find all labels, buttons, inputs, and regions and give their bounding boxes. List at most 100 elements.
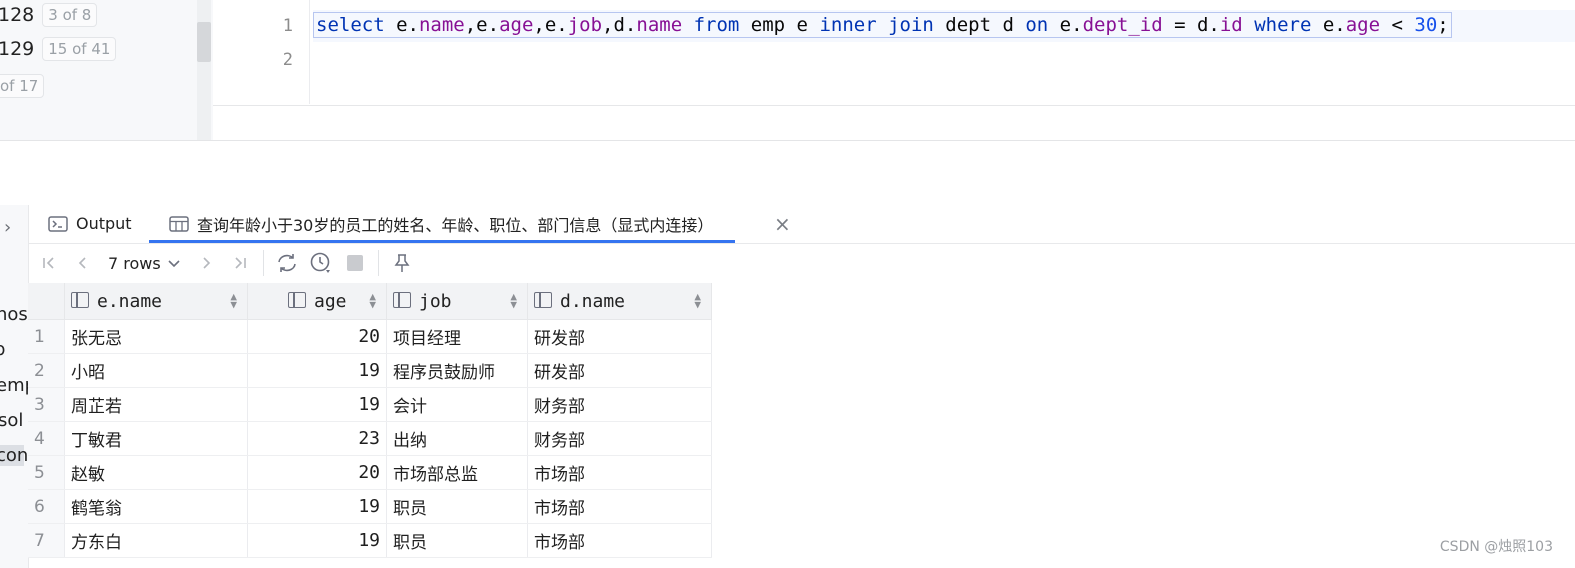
- editor-gutter: 1 2: [213, 0, 310, 104]
- tree-item[interactable]: hos: [0, 304, 28, 325]
- sql-code-line[interactable]: select e.name,e.age,e.job,d.name from em…: [313, 12, 1452, 38]
- close-tab-button[interactable]: ×: [756, 205, 791, 242]
- code-token: ,e.: [533, 14, 568, 36]
- cell-name[interactable]: 赵敏: [64, 455, 248, 490]
- cell-job[interactable]: 项目经理: [386, 319, 528, 354]
- cell-name[interactable]: 丁敏君: [64, 421, 248, 456]
- sort-icon[interactable]: ▲ ▼: [230, 291, 237, 310]
- sort-icon[interactable]: ▲ ▼: [510, 291, 517, 310]
- column-header-label: job: [419, 290, 452, 312]
- history-item-badge: 15 of 41: [42, 37, 117, 61]
- toolbar-divider: [377, 250, 379, 276]
- code-token: 30: [1414, 14, 1438, 36]
- cell-age[interactable]: 19: [247, 387, 387, 422]
- cell-age[interactable]: 20: [247, 319, 387, 354]
- pin-icon: [394, 254, 410, 272]
- column-header[interactable]: job ▲ ▼: [386, 283, 528, 320]
- row-number-header[interactable]: [28, 283, 65, 320]
- history-panel: 128 3 of 8 129 15 of 41 of 17: [0, 0, 213, 140]
- rows-count-label: 7 rows: [108, 253, 161, 273]
- cell-dept[interactable]: 市场部: [527, 489, 712, 524]
- panel-divider[interactable]: [0, 140, 1575, 141]
- refresh-button[interactable]: [270, 248, 304, 278]
- history-item[interactable]: 128 3 of 8: [0, 1, 98, 29]
- tab-query-result[interactable]: 查询年龄小于30岁的员工的姓名、年龄、职位、部门信息（显式内连接）: [149, 205, 736, 243]
- first-page-button[interactable]: [32, 248, 66, 278]
- chevron-right-icon[interactable]: ›: [4, 217, 11, 238]
- cell-job[interactable]: 职员: [386, 523, 528, 558]
- tree-item-selected[interactable]: cons: [0, 445, 28, 466]
- column-icon: [288, 291, 306, 308]
- next-page-button[interactable]: [189, 248, 223, 278]
- result-toolbar: 7 rows: [28, 244, 1575, 282]
- history-scrollbar-thumb[interactable]: [197, 22, 211, 62]
- stop-button[interactable]: [338, 248, 372, 278]
- tree-item[interactable]: p: [0, 339, 5, 360]
- table-row[interactable]: 5 赵敏 20 市场部总监 市场部: [28, 455, 712, 490]
- cell-dept[interactable]: 研发部: [527, 353, 712, 388]
- result-grid[interactable]: e.name ▲ ▼ age ▲ ▼ job ▲ ▼ d.name ▲ ▼ 1 张无忌 20 项目经理…: [28, 283, 712, 558]
- cell-age[interactable]: 19: [247, 489, 387, 524]
- history-button[interactable]: [304, 248, 338, 278]
- history-scrollbar-track[interactable]: [197, 0, 211, 140]
- cell-dept[interactable]: 财务部: [527, 421, 712, 456]
- sort-icon[interactable]: ▲ ▼: [369, 291, 376, 310]
- chevron-left-icon: [78, 257, 86, 269]
- cell-name[interactable]: 方东白: [64, 523, 248, 558]
- cell-name[interactable]: 小昭: [64, 353, 248, 388]
- column-header[interactable]: age ▲ ▼: [247, 283, 387, 320]
- cell-dept[interactable]: 市场部: [527, 523, 712, 558]
- first-page-icon: [43, 257, 54, 269]
- previous-page-button[interactable]: [66, 248, 100, 278]
- watermark: CSDN @烛照103: [1439, 539, 1553, 555]
- tree-item[interactable]: emp: [0, 375, 28, 396]
- code-token: ,d.: [602, 14, 637, 36]
- cell-job[interactable]: 程序员鼓励师: [386, 353, 528, 388]
- cell-name[interactable]: 张无忌: [64, 319, 248, 354]
- cell-age[interactable]: 23: [247, 421, 387, 456]
- code-token: e.: [1048, 14, 1083, 36]
- tab-output[interactable]: Output: [48, 205, 132, 242]
- cell-age[interactable]: 19: [247, 353, 387, 388]
- sql-editor[interactable]: 1 2 select e.name,e.age,e.job,d.name fro…: [213, 0, 1575, 106]
- column-header-label: d.name: [560, 290, 626, 312]
- table-row[interactable]: 7 方东白 19 职员 市场部: [28, 523, 712, 558]
- history-item-badge: of 17: [0, 74, 45, 98]
- chevron-down-icon: [168, 260, 180, 268]
- cell-job[interactable]: 会计: [386, 387, 528, 422]
- cell-dept[interactable]: 市场部: [527, 455, 712, 490]
- stop-icon: [346, 255, 363, 271]
- history-item[interactable]: 129 15 of 41: [0, 35, 117, 63]
- table-row[interactable]: 3 周芷若 19 会计 财务部: [28, 387, 712, 422]
- code-token: job: [567, 14, 603, 36]
- table-row[interactable]: 6 鹤笔翁 19 职员 市场部: [28, 489, 712, 524]
- sort-icon[interactable]: ▲ ▼: [694, 291, 701, 310]
- cell-name[interactable]: 周芷若: [64, 387, 248, 422]
- row-number: 3: [28, 387, 65, 422]
- tree-item[interactable]: sol: [0, 410, 23, 431]
- pin-tab-button[interactable]: [385, 248, 419, 278]
- code-token: from: [693, 14, 740, 36]
- table-row[interactable]: 4 丁敏君 23 出纳 财务部: [28, 421, 712, 456]
- cell-job[interactable]: 职员: [386, 489, 528, 524]
- table-row[interactable]: 2 小昭 19 程序员鼓励师 研发部: [28, 353, 712, 388]
- cell-age[interactable]: 19: [247, 523, 387, 558]
- code-token: inner join: [819, 14, 934, 36]
- code-token: name: [636, 14, 683, 36]
- column-header[interactable]: e.name ▲ ▼: [64, 283, 248, 320]
- history-item[interactable]: of 17: [0, 72, 45, 100]
- cell-dept[interactable]: 财务部: [527, 387, 712, 422]
- cell-age[interactable]: 20: [247, 455, 387, 490]
- table-row[interactable]: 1 张无忌 20 项目经理 研发部: [28, 319, 712, 354]
- code-token: ,e.: [464, 14, 500, 36]
- column-header[interactable]: d.name ▲ ▼: [527, 283, 712, 320]
- cell-job[interactable]: 出纳: [386, 421, 528, 456]
- cell-job[interactable]: 市场部总监: [386, 455, 528, 490]
- last-page-button[interactable]: [223, 248, 257, 278]
- cell-dept[interactable]: 研发部: [527, 319, 712, 354]
- page-size-dropdown[interactable]: 7 rows: [100, 254, 189, 273]
- cell-name[interactable]: 鹤笔翁: [64, 489, 248, 524]
- code-token: age: [1345, 14, 1381, 36]
- code-token: dept d: [933, 14, 1026, 36]
- toolbar-divider: [262, 250, 264, 276]
